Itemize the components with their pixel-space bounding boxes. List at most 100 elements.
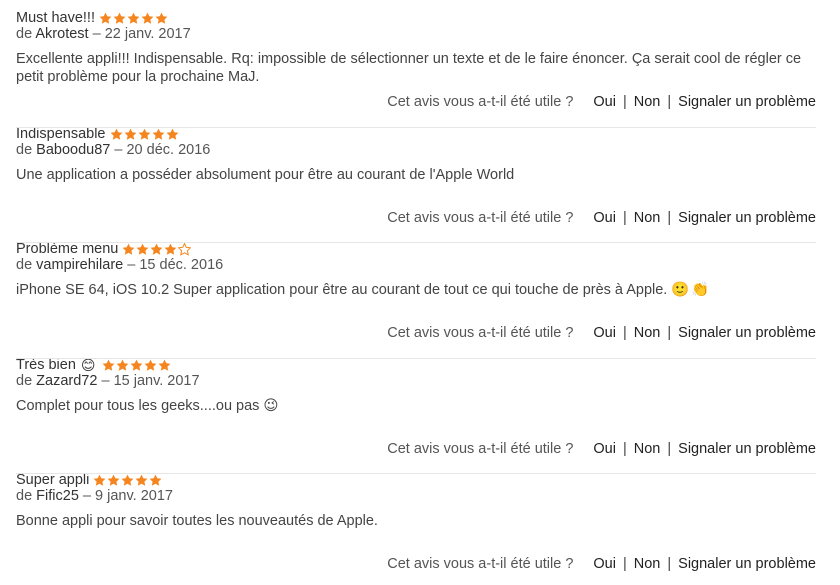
review-author: Fific25: [36, 488, 79, 504]
author-prefix: de: [16, 488, 33, 504]
star-filled-icon: [124, 128, 136, 140]
review-body: Complet pour tous les geeks....ou pas 😉: [16, 397, 816, 415]
star-filled-icon: [155, 12, 168, 24]
star-filled-icon: [138, 128, 150, 140]
star-filled-icon: [152, 128, 164, 140]
star-filled-icon: [102, 359, 114, 371]
review-body-text: Bonne appli pour savoir toutes les nouve…: [16, 513, 378, 529]
separator: |: [667, 94, 672, 110]
separator: |: [667, 441, 672, 457]
helpful-yes-link[interactable]: Oui: [593, 325, 616, 341]
star-rating: [102, 359, 172, 372]
review-body-text: iPhone SE 64, iOS 10.2 Super application…: [16, 282, 668, 298]
report-problem-link[interactable]: Signaler un problème: [678, 556, 816, 572]
separator: |: [622, 556, 627, 572]
separator: |: [667, 210, 672, 226]
star-rating: [99, 12, 169, 25]
star-filled-icon: [164, 243, 177, 255]
helpful-row: Cet avis vous a-t-il été utile ? Oui | Non |…: [387, 210, 816, 226]
star-filled-icon: [107, 474, 120, 486]
report-problem-link[interactable]: Signaler un problème: [678, 441, 816, 457]
review-author-line: de vampirehilare – 15 déc. 2016: [16, 257, 224, 273]
review-body: iPhone SE 64, iOS 10.2 Super application…: [16, 281, 816, 299]
separator: |: [667, 325, 672, 341]
star-filled-icon: [110, 128, 122, 140]
review-divider: [16, 358, 816, 359]
helpful-yes-link[interactable]: Oui: [593, 441, 616, 457]
review-body-text: Excellente appli!!! Indispensable. Rq: i…: [16, 51, 802, 85]
author-prefix: de: [16, 26, 33, 42]
helpful-question: Cet avis vous a-t-il été utile ?: [387, 325, 574, 341]
review-item: Must have!!! de Akrotest – 22 janv. 2017 E…: [16, 4, 816, 120]
star-filled-icon: [130, 359, 142, 371]
separator: |: [622, 210, 627, 226]
author-prefix: de: [16, 257, 33, 273]
review-divider: [16, 242, 816, 243]
star-filled-icon: [141, 12, 154, 24]
review-author-line: de Zazard72 – 15 janv. 2017: [16, 373, 200, 389]
helpful-row: Cet avis vous a-t-il été utile ? Oui | Non |…: [387, 94, 816, 110]
review-author-line: de Baboodu87 – 20 déc. 2016: [16, 142, 211, 158]
author-prefix: de: [16, 373, 33, 389]
review-date: 22 janv. 2017: [104, 26, 191, 42]
review-title: Must have!!!: [16, 10, 95, 26]
smiling-face-emoji-icon: 😊: [80, 357, 96, 373]
helpful-row: Cet avis vous a-t-il été utile ? Oui | Non |…: [387, 325, 816, 341]
reviews-list: Must have!!! de Akrotest – 22 janv. 2017 E…: [0, 0, 840, 585]
review-author: Baboodu87: [36, 142, 111, 158]
review-title: Très bien: [16, 357, 76, 373]
helpful-no-link[interactable]: Non: [634, 210, 661, 226]
helpful-question: Cet avis vous a-t-il été utile ?: [387, 556, 574, 572]
helpful-row: Cet avis vous a-t-il été utile ? Oui | Non |…: [387, 441, 816, 457]
star-filled-icon: [116, 359, 128, 371]
helpful-row: Cet avis vous a-t-il été utile ? Oui | Non |…: [387, 556, 816, 572]
separator: |: [667, 556, 672, 572]
review-date: 15 janv. 2017: [113, 373, 200, 389]
star-empty-icon: [178, 242, 192, 256]
helpful-yes-link[interactable]: Oui: [593, 210, 616, 226]
review-emoji-icon: 😉: [263, 398, 279, 414]
star-filled-icon: [149, 474, 162, 486]
helpful-question: Cet avis vous a-t-il été utile ?: [387, 441, 574, 457]
review-author-line: de Akrotest – 22 janv. 2017: [16, 26, 191, 42]
review-title: Super appli: [16, 472, 90, 488]
review-item: Indispensable de Baboodu87 – 20 déc. 2016…: [16, 120, 816, 236]
helpful-no-link[interactable]: Non: [634, 325, 661, 341]
review-body-text: Complet pour tous les geeks....ou pas: [16, 398, 260, 414]
review-author: Zazard72: [36, 373, 98, 389]
review-title: Indispensable: [16, 126, 106, 142]
star-filled-icon: [99, 12, 112, 24]
review-body: Une application a posséder absolument po…: [16, 166, 816, 184]
review-date: 20 déc. 2016: [126, 142, 211, 158]
review-author: Akrotest: [35, 26, 89, 42]
review-title-line: Must have!!!: [16, 8, 169, 28]
report-problem-link[interactable]: Signaler un problème: [678, 94, 816, 110]
helpful-yes-link[interactable]: Oui: [593, 556, 616, 572]
helpful-no-link[interactable]: Non: [634, 441, 661, 457]
review-emoji-icon: 👏: [691, 282, 710, 298]
helpful-question: Cet avis vous a-t-il été utile ?: [387, 210, 574, 226]
star-filled-icon: [158, 359, 170, 371]
helpful-no-link[interactable]: Non: [634, 556, 661, 572]
star-filled-icon: [122, 243, 135, 255]
helpful-no-link[interactable]: Non: [634, 94, 661, 110]
review-body-text: Une application a posséder absolument po…: [16, 167, 515, 183]
star-filled-icon: [113, 12, 126, 24]
star-filled-icon: [93, 474, 106, 486]
star-rating: [122, 242, 192, 256]
star-rating: [93, 474, 163, 487]
helpful-question: Cet avis vous a-t-il été utile ?: [387, 94, 574, 110]
report-problem-link[interactable]: Signaler un problème: [678, 325, 816, 341]
review-item: Super appli de Fific25 – 9 janv. 2017 Bonn…: [16, 466, 816, 582]
report-problem-link[interactable]: Signaler un problème: [678, 210, 816, 226]
star-filled-icon: [166, 128, 178, 140]
review-date: 15 déc. 2016: [139, 257, 224, 273]
star-filled-icon: [121, 474, 134, 486]
separator: |: [622, 94, 627, 110]
review-title: Problème menu: [16, 241, 119, 257]
helpful-yes-link[interactable]: Oui: [593, 94, 616, 110]
review-date: 9 janv. 2017: [95, 488, 173, 504]
star-rating: [110, 128, 180, 141]
review-author-line: de Fific25 – 9 janv. 2017: [16, 488, 173, 504]
star-filled-icon: [136, 243, 149, 255]
